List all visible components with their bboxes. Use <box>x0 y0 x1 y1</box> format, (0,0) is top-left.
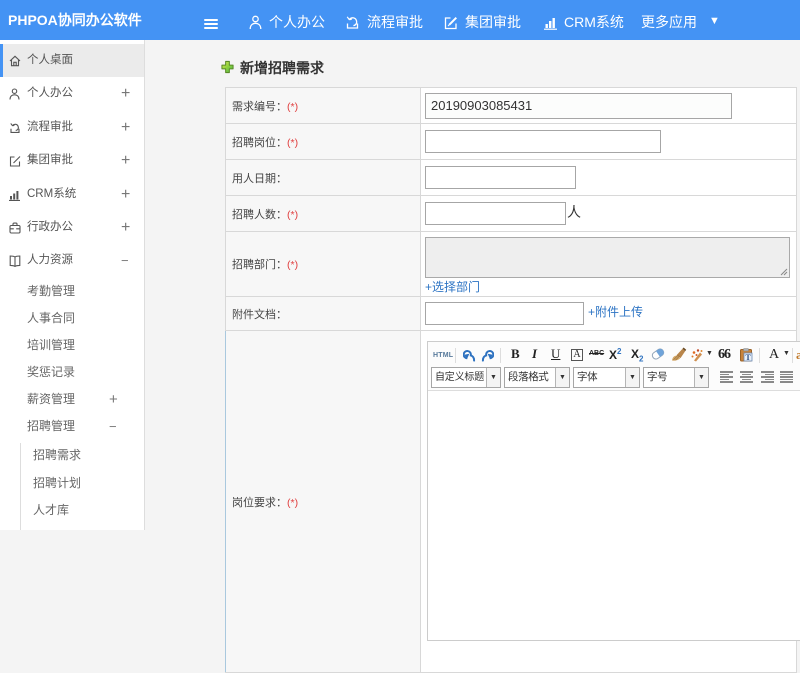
svg-text:T: T <box>745 353 751 362</box>
